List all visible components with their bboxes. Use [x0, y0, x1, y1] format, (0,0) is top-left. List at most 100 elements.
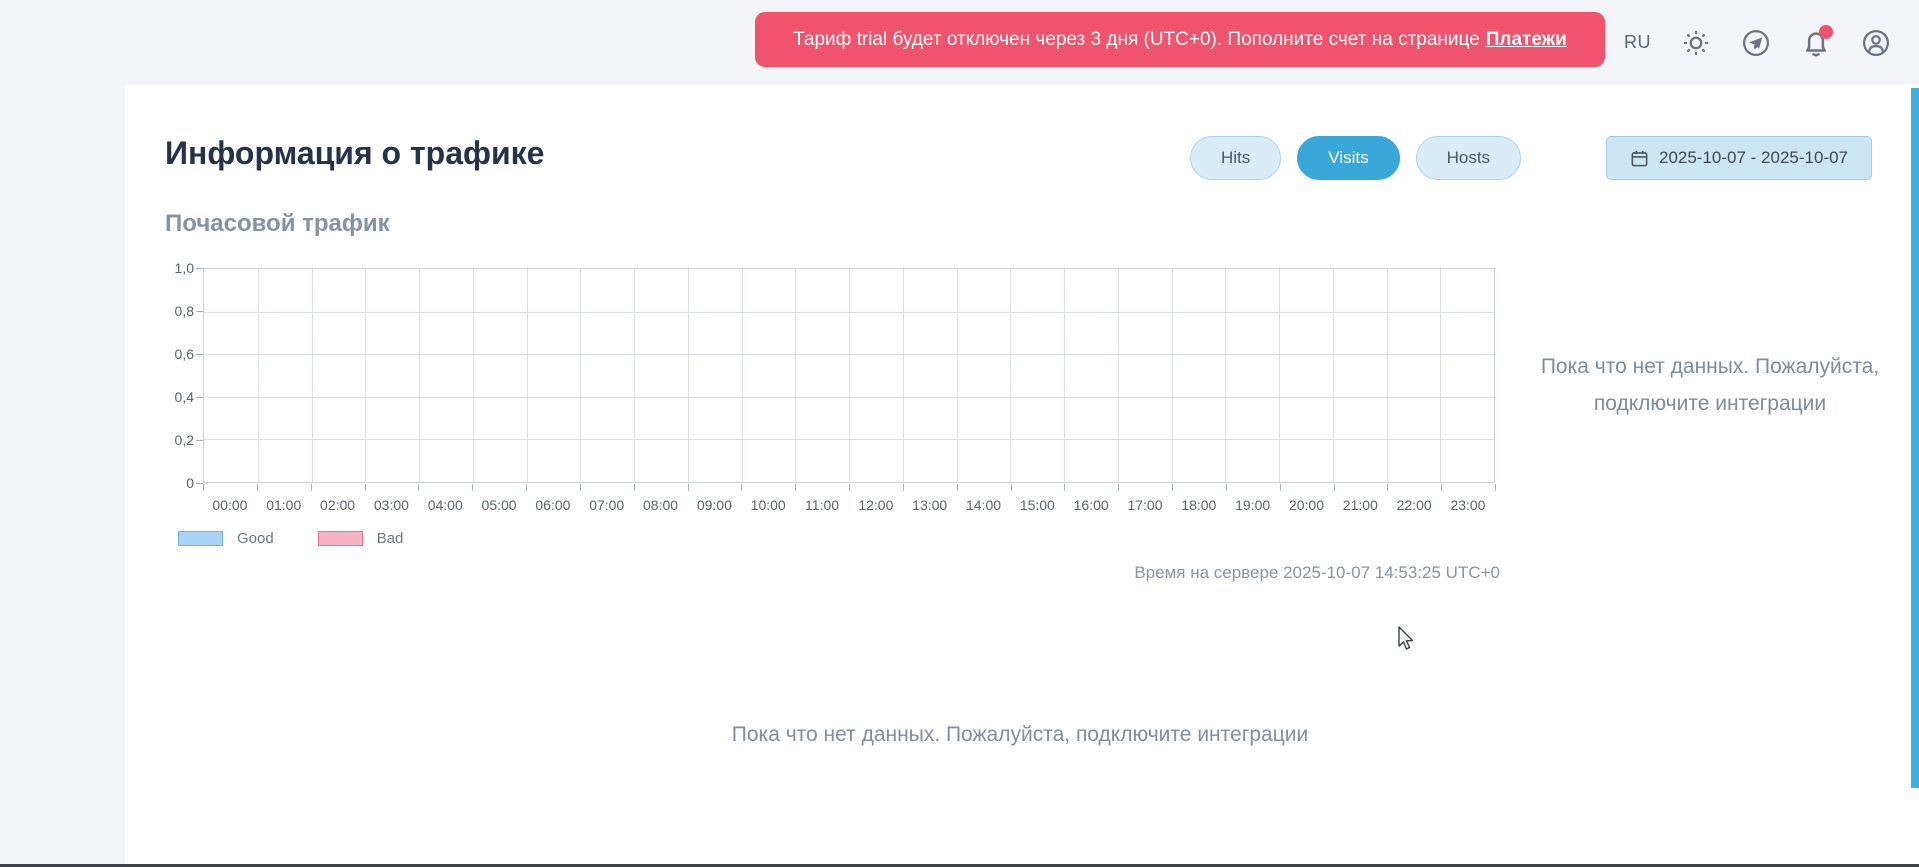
grid-hline: [204, 312, 1494, 313]
grid-vline: [1172, 269, 1173, 482]
x-tick-label: 01:00: [257, 497, 311, 513]
y-tick-mark: [196, 354, 203, 355]
tab-hits[interactable]: Hits: [1190, 136, 1281, 180]
x-tick-label: 12:00: [849, 497, 903, 513]
x-tick-mark: [1064, 484, 1065, 491]
grid-hline: [204, 397, 1494, 398]
legend-swatch-good: [178, 531, 223, 546]
x-tick-label: 09:00: [687, 497, 741, 513]
x-tick-mark: [203, 484, 204, 491]
x-tick-label: 22:00: [1387, 497, 1441, 513]
x-tick-mark: [795, 484, 796, 491]
x-tick-mark: [1011, 484, 1012, 491]
y-tick-mark: [196, 311, 203, 312]
x-tick-mark: [634, 484, 635, 491]
x-tick-label: 15:00: [1010, 497, 1064, 513]
x-tick-label: 14:00: [957, 497, 1011, 513]
x-tick-mark: [1441, 484, 1442, 491]
x-tick-mark: [1172, 484, 1173, 491]
grid-vline: [903, 269, 904, 482]
calendar-icon: [1630, 149, 1649, 168]
x-tick-label: 02:00: [311, 497, 365, 513]
date-range-picker[interactable]: 2025-10-07 - 2025-10-07: [1606, 136, 1872, 180]
x-tick-label: 17:00: [1118, 497, 1172, 513]
banner-payments-link[interactable]: Платежи: [1486, 29, 1567, 51]
no-data-message-bottom: Пока что нет данных. Пожалуйста, подключ…: [425, 723, 1615, 747]
y-tick-label: 0,6: [150, 346, 194, 362]
grid-vline: [419, 269, 420, 482]
x-tick-mark: [1387, 484, 1388, 491]
x-tick-label: 11:00: [795, 497, 849, 513]
tab-visits[interactable]: Visits: [1297, 136, 1399, 180]
x-tick-mark: [849, 484, 850, 491]
x-tick-label: 23:00: [1441, 497, 1495, 513]
grid-hline: [204, 439, 1494, 440]
x-tick-label: 10:00: [741, 497, 795, 513]
grid-vline: [365, 269, 366, 482]
chart-legend: Good Bad: [178, 530, 433, 547]
x-tick-label: 19:00: [1226, 497, 1280, 513]
vertical-scrollbar-thumb[interactable]: [1911, 88, 1919, 788]
tab-hosts[interactable]: Hosts: [1416, 136, 1521, 180]
x-tick-label: 13:00: [903, 497, 957, 513]
legend-label: Good: [237, 530, 274, 547]
x-tick-mark: [580, 484, 581, 491]
server-time-text: Время на сервере 2025-10-07 14:53:25 UTC…: [1100, 563, 1500, 583]
grid-hline: [204, 354, 1494, 355]
grid-vline: [849, 269, 850, 482]
x-tick-mark: [741, 484, 742, 491]
mouse-cursor: [1397, 626, 1417, 659]
metric-tabs: Hits Visits Hosts: [1190, 136, 1521, 180]
grid-vline: [688, 269, 689, 482]
x-tick-mark: [957, 484, 958, 491]
y-tick-label: 0,2: [150, 432, 194, 448]
y-tick-mark: [196, 440, 203, 441]
notifications-bell-icon[interactable]: [1801, 28, 1831, 58]
x-tick-label: 05:00: [472, 497, 526, 513]
grid-vline: [312, 269, 313, 482]
y-tick-label: 0,8: [150, 303, 194, 319]
grid-vline: [742, 269, 743, 482]
sidebar: [0, 0, 125, 867]
y-tick-label: 1,0: [150, 260, 194, 276]
x-tick-mark: [903, 484, 904, 491]
grid-vline: [1387, 269, 1388, 482]
legend-swatch-bad: [318, 531, 363, 546]
chart-plot-area: [203, 268, 1495, 483]
y-tick-mark: [196, 483, 203, 484]
x-tick-label: 00:00: [203, 497, 257, 513]
x-tick-mark: [688, 484, 689, 491]
x-tick-label: 16:00: [1064, 497, 1118, 513]
profile-icon[interactable]: [1861, 28, 1891, 58]
x-tick-mark: [1495, 484, 1496, 491]
x-tick-label: 20:00: [1280, 497, 1334, 513]
grid-vline: [1225, 269, 1226, 482]
x-tick-mark: [257, 484, 258, 491]
legend-label: Bad: [377, 530, 404, 547]
x-tick-label: 07:00: [580, 497, 634, 513]
chart-x-axis: 00:0001:0002:0003:0004:0005:0006:0007:00…: [203, 497, 1495, 513]
x-tick-label: 08:00: [634, 497, 688, 513]
chart-section-title: Почасовой трафик: [165, 210, 390, 238]
no-data-message-side: Пока что нет данных. Пожалуйста, подключ…: [1540, 348, 1880, 422]
banner-text: Тариф trial будет отключен через 3 дня (…: [793, 29, 1480, 51]
y-tick-mark: [196, 397, 203, 398]
grid-vline: [473, 269, 474, 482]
x-tick-mark: [365, 484, 366, 491]
page-title: Информация о трафике: [165, 135, 544, 172]
x-tick-label: 18:00: [1172, 497, 1226, 513]
grid-vline: [1118, 269, 1119, 482]
grid-vline: [1440, 269, 1441, 482]
telegram-icon[interactable]: [1741, 28, 1771, 58]
theme-sun-icon[interactable]: [1681, 28, 1711, 58]
grid-vline: [1010, 269, 1011, 482]
grid-vline: [957, 269, 958, 482]
x-tick-mark: [1226, 484, 1227, 491]
y-tick-mark: [196, 268, 203, 269]
language-selector[interactable]: RU: [1624, 32, 1651, 53]
y-tick-label: 0,4: [150, 389, 194, 405]
grid-vline: [795, 269, 796, 482]
x-tick-mark: [311, 484, 312, 491]
y-tick-label: 0: [150, 475, 194, 491]
x-tick-label: 04:00: [418, 497, 472, 513]
